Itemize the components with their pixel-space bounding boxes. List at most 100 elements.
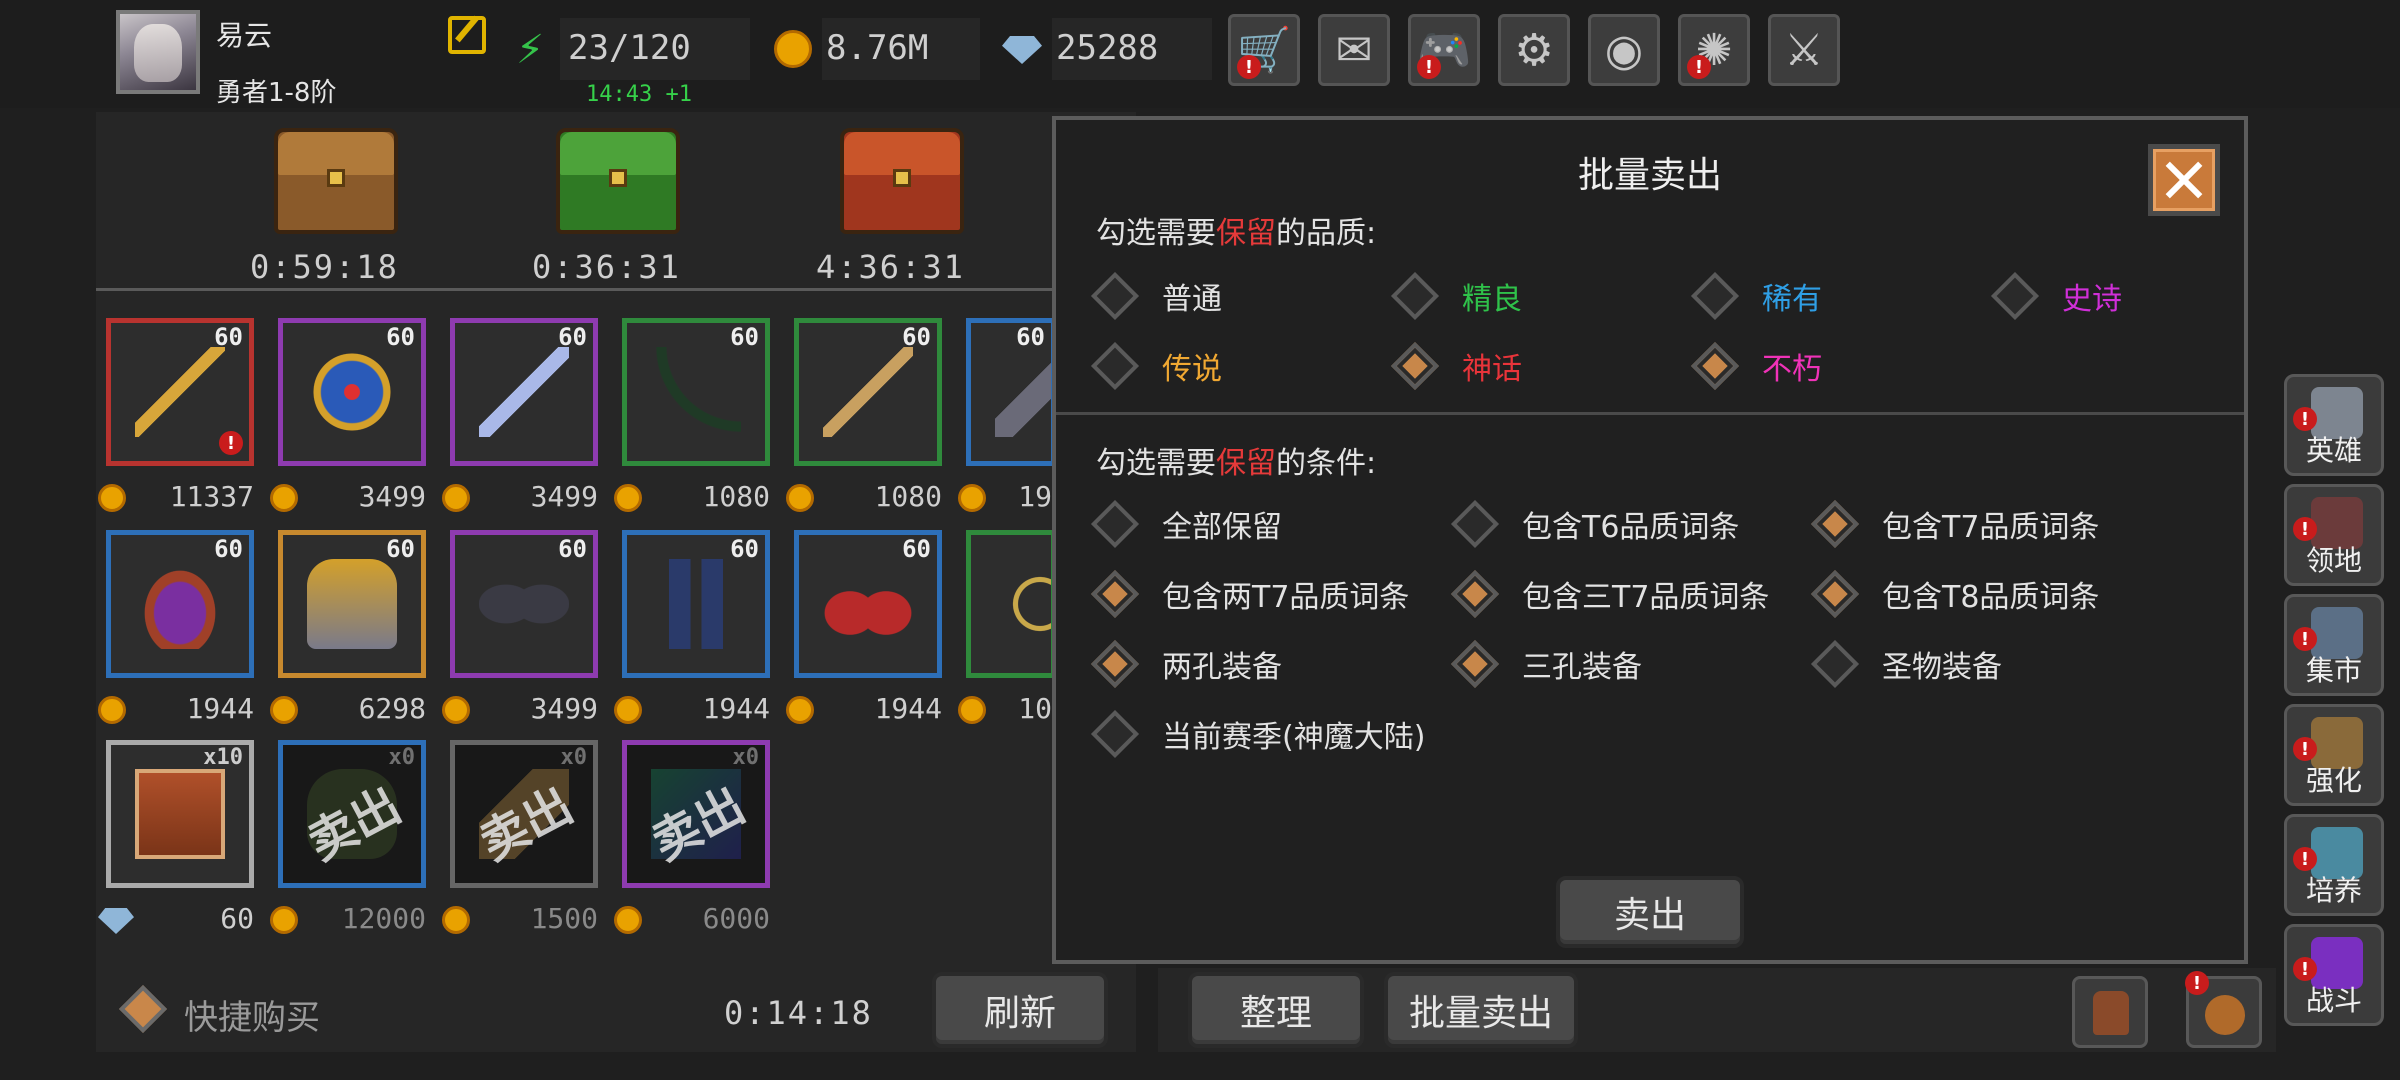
- shop-item-slot[interactable]: 60: [106, 530, 254, 678]
- shop-item-slot[interactable]: 60: [794, 318, 942, 466]
- sell-button[interactable]: 卖出: [1556, 876, 1744, 948]
- shop-item-slot[interactable]: x10: [106, 740, 254, 888]
- stamina-timer: 14:43 +1: [586, 82, 692, 107]
- checkbox[interactable]: [1090, 271, 1140, 321]
- bag-button[interactable]: !: [2185, 971, 2262, 1048]
- bag-icon: [2205, 995, 2245, 1035]
- condition-option[interactable]: 包含三T7品质词条: [1450, 569, 1769, 619]
- condition-option[interactable]: 当前赛季(神魔大陆): [1090, 709, 1425, 759]
- color-wheel-button[interactable]: ◉: [1588, 14, 1660, 86]
- swords-icon: ⚔: [1784, 24, 1824, 76]
- checkbox[interactable]: [1090, 499, 1140, 549]
- gold-value: 8.76M: [826, 28, 929, 68]
- item-price: 1500: [530, 902, 598, 935]
- condition-option[interactable]: 三孔装备: [1450, 639, 1642, 689]
- checkbox[interactable]: [1390, 341, 1440, 391]
- condition-option[interactable]: 圣物装备: [1810, 639, 2002, 689]
- chest-timer: 0:36:31: [532, 248, 681, 286]
- item-level: 60: [1016, 323, 1045, 351]
- option-label: 包含T6品质词条: [1522, 510, 1740, 545]
- condition-option[interactable]: 包含T8品质词条: [1810, 569, 2099, 619]
- item-price: 1944: [702, 692, 770, 725]
- checkbox[interactable]: [1090, 569, 1140, 619]
- quality-option[interactable]: 稀有: [1690, 271, 1822, 321]
- checkbox[interactable]: [1690, 341, 1740, 391]
- chest-divider: [96, 288, 1136, 291]
- edit-name-icon[interactable]: [448, 16, 486, 54]
- settings-button[interactable]: ⚙: [1498, 14, 1570, 86]
- condition-section-label: 勾选需要保留的条件:: [1096, 438, 1376, 482]
- shop-item-slot[interactable]: 60: [966, 318, 1056, 466]
- shop-item-slot[interactable]: [966, 530, 1056, 678]
- quality-option[interactable]: 传说: [1090, 341, 1222, 391]
- checkbox[interactable]: [1090, 341, 1140, 391]
- settings-icon: ⚙: [1514, 24, 1554, 76]
- item-level: 60: [214, 323, 243, 351]
- checkbox[interactable]: [1690, 271, 1740, 321]
- checkbox[interactable]: [1810, 639, 1860, 689]
- checkbox[interactable]: [1990, 271, 2040, 321]
- quality-option[interactable]: 不朽: [1690, 341, 1822, 391]
- sidebar-market-button[interactable]: ! 集市: [2284, 594, 2384, 696]
- item-price: 3499: [358, 480, 426, 513]
- chest-icon[interactable]: [840, 128, 964, 234]
- condition-option[interactable]: 包含T7品质词条: [1810, 499, 2099, 549]
- staff-icon: [135, 347, 225, 437]
- shop-item-slot[interactable]: 60: [278, 318, 426, 466]
- condition-label-highlight: 保留: [1216, 446, 1276, 481]
- shop-item-slot[interactable]: 60: [622, 530, 770, 678]
- shop-item-slot[interactable]: 60!: [106, 318, 254, 466]
- armor-filter-button[interactable]: [2072, 976, 2148, 1048]
- quality-option[interactable]: 神话: [1390, 341, 1522, 391]
- sidebar-battle-button[interactable]: ! 战斗: [2284, 924, 2384, 1026]
- chest-icon[interactable]: [556, 128, 680, 234]
- shop-item-slot[interactable]: x0 卖出: [278, 740, 426, 888]
- shop-item-slot[interactable]: 60: [450, 318, 598, 466]
- shop-item-slot[interactable]: x0 卖出: [622, 740, 770, 888]
- organize-button[interactable]: 整理: [1188, 972, 1364, 1048]
- swords-button[interactable]: ⚔: [1768, 14, 1840, 86]
- mail-button[interactable]: ✉: [1318, 14, 1390, 86]
- quality-option[interactable]: 普通: [1090, 271, 1222, 321]
- checkbox[interactable]: [1390, 271, 1440, 321]
- coin-icon: [270, 696, 298, 724]
- option-label: 不朽: [1762, 352, 1822, 387]
- close-icon[interactable]: [2148, 144, 2220, 216]
- shop-item-slot[interactable]: 60: [622, 318, 770, 466]
- shop-button[interactable]: 🛒!: [1228, 14, 1300, 86]
- checkbox[interactable]: [1450, 569, 1500, 619]
- condition-option[interactable]: 包含T6品质词条: [1450, 499, 1740, 549]
- item-level: 60: [558, 535, 587, 563]
- shop-item-slot[interactable]: 60: [278, 530, 426, 678]
- bulk-sell-dialog: 批量卖出 勾选需要保留的品质: 勾选需要保留的条件: 卖出 普通 精良 稀有 史诗 传说…: [1052, 116, 2248, 964]
- sidebar-hero-button[interactable]: ! 英雄: [2284, 374, 2384, 476]
- quality-option[interactable]: 史诗: [1990, 271, 2122, 321]
- condition-option[interactable]: 包含两T7品质词条: [1090, 569, 1409, 619]
- gamepad-button[interactable]: 🎮!: [1408, 14, 1480, 86]
- sidebar-enhance-button[interactable]: ! 强化: [2284, 704, 2384, 806]
- sidebar-cultivate-button[interactable]: ! 培养: [2284, 814, 2384, 916]
- player-rank: 勇者1-8阶: [216, 78, 337, 108]
- checkbox[interactable]: [1810, 499, 1860, 549]
- shop-item-slot[interactable]: 60: [450, 530, 598, 678]
- checkbox[interactable]: [1090, 709, 1140, 759]
- sidebar-territory-button[interactable]: ! 领地: [2284, 484, 2384, 586]
- shop-item-slot[interactable]: x0 卖出: [450, 740, 598, 888]
- refresh-button[interactable]: 刷新: [932, 972, 1108, 1048]
- alert-icon: !: [2293, 517, 2317, 541]
- item-price: 10: [1018, 692, 1052, 725]
- shop-item-slot[interactable]: 60: [794, 530, 942, 678]
- condition-option[interactable]: 两孔装备: [1090, 639, 1282, 689]
- quality-option[interactable]: 精良: [1390, 271, 1522, 321]
- fireworks-button[interactable]: ✺!: [1678, 14, 1750, 86]
- condition-label-suffix: 的条件:: [1276, 446, 1377, 481]
- chest-icon[interactable]: [274, 128, 398, 234]
- checkbox[interactable]: [1090, 639, 1140, 689]
- checkbox[interactable]: [1450, 639, 1500, 689]
- condition-option[interactable]: 全部保留: [1090, 499, 1282, 549]
- alert-icon: !: [2293, 847, 2317, 871]
- player-avatar[interactable]: [116, 10, 200, 94]
- checkbox[interactable]: [1450, 499, 1500, 549]
- bulk-sell-button[interactable]: 批量卖出: [1384, 972, 1578, 1048]
- checkbox[interactable]: [1810, 569, 1860, 619]
